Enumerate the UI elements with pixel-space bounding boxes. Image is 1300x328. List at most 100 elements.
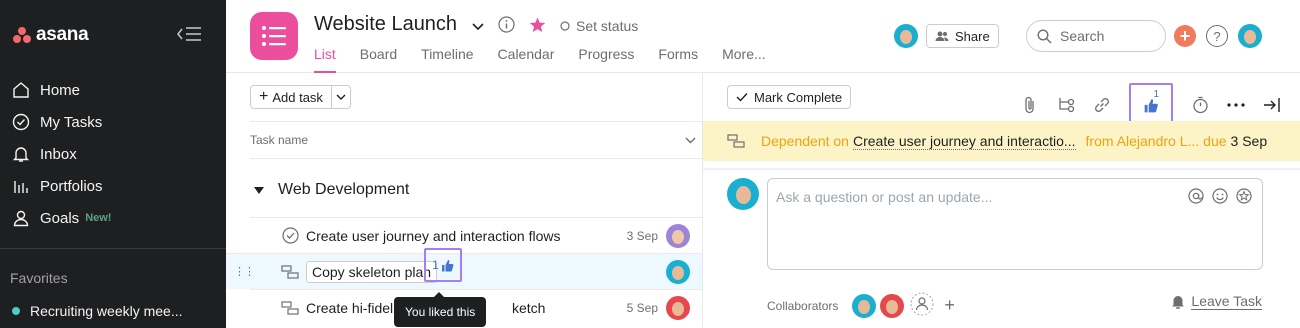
star-badge-icon[interactable] <box>1236 188 1252 207</box>
mark-complete-button[interactable]: Mark Complete <box>727 85 852 109</box>
task-like-button[interactable]: 1 <box>424 248 462 282</box>
task-name[interactable]: Create user journey and interaction flow… <box>306 228 560 244</box>
collapse-sidebar-icon[interactable] <box>176 26 204 44</box>
check-icon <box>736 93 748 102</box>
subtask-icon[interactable] <box>1057 91 1075 119</box>
sidebar-divider <box>0 248 226 249</box>
mark-complete-label: Mark Complete <box>754 89 843 105</box>
emoji-icon[interactable] <box>1212 188 1228 207</box>
collaborator-avatar[interactable] <box>880 293 905 318</box>
task-name[interactable]: Create hi-fideli <box>306 300 396 316</box>
complete-check-icon[interactable] <box>280 227 300 244</box>
chevron-down-icon[interactable] <box>472 18 484 34</box>
page-title: Website Launch <box>314 13 458 35</box>
asana-logo-icon <box>12 27 32 43</box>
tab-forms[interactable]: Forms <box>658 46 698 73</box>
info-icon[interactable] <box>498 16 515 36</box>
chevron-down-icon <box>336 94 346 100</box>
more-options-icon[interactable] <box>1227 91 1245 119</box>
link-icon[interactable] <box>1093 91 1111 119</box>
tab-more[interactable]: More... <box>722 46 766 73</box>
new-badge: New! <box>85 212 112 224</box>
collapse-triangle-icon[interactable] <box>254 186 264 194</box>
section-header[interactable]: Web Development <box>250 181 409 199</box>
task-due-date[interactable]: 5 Sep <box>627 301 658 315</box>
share-label: Share <box>955 28 990 44</box>
sidebar-item-portfolios[interactable]: Portfolios <box>0 170 226 202</box>
sidebar-nav: Home My Tasks Inbox Portfolios Goals New… <box>0 74 226 234</box>
assignee-avatar[interactable] <box>666 295 690 320</box>
sidebar-item-label: Portfolios <box>40 177 103 195</box>
help-button[interactable]: ? <box>1206 25 1228 47</box>
set-status-button[interactable]: Set status <box>560 18 638 34</box>
sidebar-item-label: Home <box>40 81 81 99</box>
question-icon: ? <box>1213 28 1221 44</box>
current-user-avatar <box>727 178 759 210</box>
dependency-task-link[interactable]: Create user journey and interactio... <box>852 133 1076 150</box>
person-icon <box>12 209 30 227</box>
asana-logo[interactable]: asana <box>12 24 89 46</box>
paperclip-icon[interactable] <box>1021 91 1039 119</box>
star-icon[interactable] <box>529 17 546 36</box>
column-header: Task name <box>250 121 702 159</box>
assignee-avatar[interactable] <box>666 259 690 284</box>
title-actions: Set status <box>472 16 638 36</box>
plus-icon: + <box>1179 25 1191 46</box>
favorite-item[interactable]: Recruiting weekly mee... <box>12 303 183 319</box>
quick-add-button[interactable]: + <box>1174 25 1196 47</box>
tab-calendar[interactable]: Calendar <box>498 46 555 73</box>
drag-handle-icon[interactable]: ⋮⋮ <box>234 265 255 278</box>
assignee-avatar[interactable] <box>666 223 690 248</box>
check-circle-icon <box>12 113 30 131</box>
share-button[interactable]: Share <box>926 24 999 48</box>
favorites-heading: Favorites <box>10 270 68 286</box>
close-pane-icon[interactable] <box>1263 91 1281 119</box>
tab-timeline[interactable]: Timeline <box>421 46 473 73</box>
task-detail-pane: Mark Complete 1 Dependent on Create user… <box>702 73 1300 328</box>
table-row-selected[interactable]: ⋮⋮ Copy skeleton plan 1 <box>226 248 702 289</box>
sidebar-item-goals[interactable]: Goals New! <box>0 202 226 234</box>
project-color-dot-icon <box>12 307 20 315</box>
task-name-input[interactable]: Copy skeleton plan <box>306 260 438 283</box>
sidebar-item-label: My Tasks <box>40 113 103 131</box>
sidebar-item-inbox[interactable]: Inbox <box>0 138 226 170</box>
add-task-dropdown[interactable] <box>332 86 350 108</box>
collaborator-avatar[interactable] <box>852 293 877 318</box>
like-count: 1 <box>432 258 439 272</box>
search-input[interactable]: Search <box>1026 20 1166 52</box>
thumbs-up-icon <box>441 259 454 271</box>
table-row[interactable]: Create user journey and interaction flow… <box>250 217 702 253</box>
sidebar: asana Home My Tasks Inbox Portfolios Goa… <box>0 0 226 328</box>
task-name-end[interactable]: ketch <box>512 300 545 316</box>
mention-icon[interactable] <box>1188 188 1204 207</box>
comment-placeholder: Ask a question or post an update... <box>776 189 993 205</box>
task-list-pane: + Add task Task name Web Development Cre… <box>226 73 702 328</box>
comment-input[interactable]: Ask a question or post an update... <box>767 178 1263 270</box>
chevron-down-icon[interactable] <box>685 137 696 144</box>
sidebar-item-home[interactable]: Home <box>0 74 226 106</box>
add-task-button[interactable]: + Add task <box>251 86 332 108</box>
tab-board[interactable]: Board <box>360 46 397 73</box>
bar-chart-icon <box>12 177 30 195</box>
add-collaborator-icon[interactable] <box>910 292 934 319</box>
task-due-date[interactable]: 3 Sep <box>627 229 658 243</box>
tab-list[interactable]: List <box>314 46 336 73</box>
tab-progress[interactable]: Progress <box>578 46 634 73</box>
dependency-prefix: Dependent on <box>761 133 849 149</box>
collaborators-label: Collaborators <box>767 298 839 313</box>
comment-tools <box>1188 188 1252 207</box>
timer-icon[interactable] <box>1191 91 1209 119</box>
plus-icon[interactable]: + <box>944 295 955 316</box>
avatar[interactable] <box>894 24 918 48</box>
user-avatar[interactable] <box>1238 24 1262 48</box>
task-name-wrapper: Copy skeleton plan <box>306 260 438 283</box>
search-placeholder: Search <box>1060 28 1105 44</box>
leave-task-button[interactable]: Leave Task <box>1171 293 1262 310</box>
dependency-banner: Dependent on Create user journey and int… <box>703 121 1300 161</box>
liked-tooltip: You liked this <box>394 292 487 327</box>
leave-task-label: Leave Task <box>1191 293 1262 310</box>
column-task-name: Task name <box>250 133 309 147</box>
collaborators-row: Collaborators + <box>767 292 955 319</box>
dependency-from: from Alejandro L... <box>1085 133 1200 149</box>
sidebar-item-my-tasks[interactable]: My Tasks <box>0 106 226 138</box>
